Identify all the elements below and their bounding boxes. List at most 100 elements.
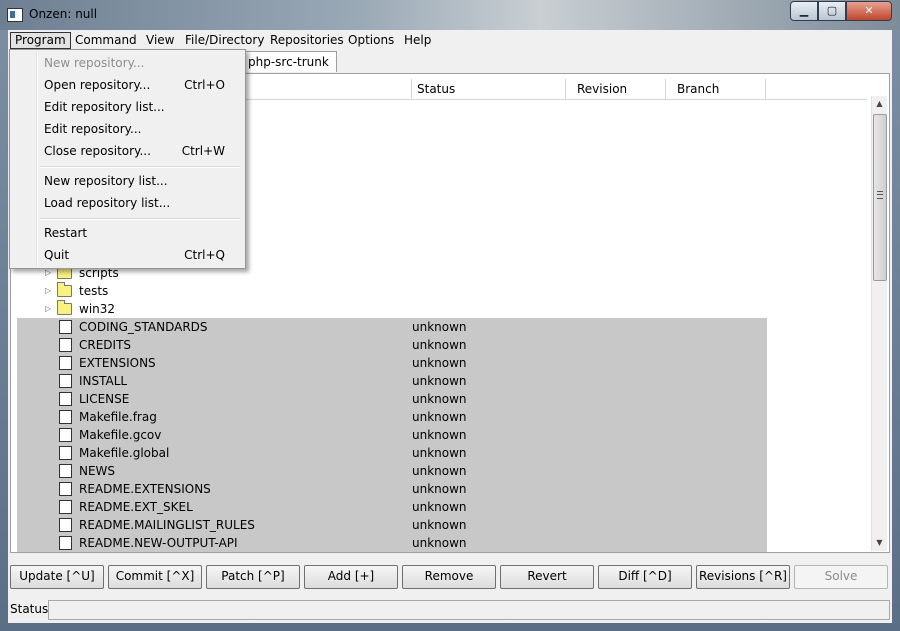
tree-row-file[interactable]: README.MAILINGLIST_RULES unknown [17,516,767,534]
file-icon [59,446,72,460]
status-field [48,600,890,620]
menu-item-label: Edit repository... [44,122,142,136]
row-status: unknown [412,356,467,370]
folder-icon [57,300,72,315]
menu-item-quit[interactable]: Quit Ctrl+Q [11,245,243,265]
tree-row-file[interactable]: CREDITS unknown [17,336,767,354]
menu-help[interactable]: Help [400,32,435,49]
row-name: CREDITS [79,338,132,352]
status-label: Status: [10,602,53,616]
diff-button[interactable]: Diff [^D] [598,565,692,589]
action-buttons: Update [^U] Commit [^X] Patch [^P] Add [… [10,565,890,589]
tree-row-file[interactable]: README.NEW-OUTPUT-API unknown [17,534,767,552]
row-status: unknown [412,500,467,514]
row-name: README.NEW-OUTPUT-API [79,536,238,550]
revert-button[interactable]: Revert [500,565,594,589]
scroll-up-arrow-icon[interactable]: ▲ [872,96,887,112]
tree-row-file[interactable]: EXTENSIONS unknown [17,354,767,372]
menu-options[interactable]: Options [344,32,398,49]
menu-program[interactable]: Program [10,32,71,49]
menu-bar: Program Command View File/Directory Repo… [8,30,892,50]
patch-button[interactable]: Patch [^P] [206,565,300,589]
tree-row-file[interactable]: NEWS unknown [17,462,767,480]
file-icon [59,374,72,388]
row-name: README.EXT_SKEL [79,500,193,514]
scroll-thumb[interactable] [873,114,887,281]
menu-item-new-repository[interactable]: New repository... [11,53,243,73]
row-status: unknown [412,428,467,442]
row-status: unknown [412,446,467,460]
tree-row-file[interactable]: LICENSE unknown [17,390,767,408]
menu-item-shortcut: Ctrl+Q [184,248,225,262]
row-name: CODING_STANDARDS [79,320,208,334]
menu-command[interactable]: Command [71,32,141,49]
close-button[interactable]: ✕ [846,1,892,21]
row-name: NEWS [79,464,116,478]
grip-icon [877,191,883,199]
vertical-scrollbar[interactable]: ▲ ▼ [871,96,887,551]
row-status: unknown [412,464,467,478]
menu-item-new-repository-list[interactable]: New repository list... [11,171,243,191]
commit-button[interactable]: Commit [^X] [108,565,202,589]
tree-row-folder[interactable]: ▷ win32 [17,300,767,318]
tree-row-folder[interactable]: ▷ tests [17,282,767,300]
menu-view[interactable]: View [142,32,178,49]
row-name: README.MAILINGLIST_RULES [79,518,255,532]
window-controls: ▁ ▢ ✕ [790,1,892,21]
tree-row-file[interactable]: INSTALL unknown [17,372,767,390]
row-status: unknown [412,536,467,550]
tree-row-file[interactable]: Makefile.frag unknown [17,408,767,426]
menu-item-edit-repository[interactable]: Edit repository... [11,119,243,139]
file-icon [59,464,72,478]
row-name: Makefile.global [79,446,170,460]
row-status: unknown [412,392,467,406]
menu-item-close-repository[interactable]: Close repository... Ctrl+W [11,141,243,161]
row-name: tests [79,284,109,298]
program-menu-dropdown: New repository... Open repository... Ctr… [9,49,246,269]
scroll-down-arrow-icon[interactable]: ▼ [872,535,887,551]
menu-repositories[interactable]: Repositories [266,32,348,49]
menu-item-load-repository-list[interactable]: Load repository list... [11,193,243,213]
menu-item-edit-repository-list[interactable]: Edit repository list... [11,97,243,117]
add-button[interactable]: Add [+] [304,565,398,589]
row-name: README.EXTENSIONS [79,482,211,496]
menu-item-open-repository[interactable]: Open repository... Ctrl+O [11,75,243,95]
column-branch-header[interactable]: Branch [671,79,766,99]
tree-row-file[interactable]: README.EXTENSIONS unknown [17,480,767,498]
update-button[interactable]: Update [^U] [10,565,104,589]
menu-item-shortcut: Ctrl+O [184,78,225,92]
menu-item-label: Edit repository list... [44,100,165,114]
solve-button[interactable]: Solve [794,565,888,589]
file-icon [59,536,72,550]
menu-separator [40,218,240,220]
file-icon [59,500,72,514]
file-icon [59,392,72,406]
maximize-button[interactable]: ▢ [818,1,846,21]
row-status: unknown [412,320,467,334]
row-name: win32 [79,302,116,316]
remove-button[interactable]: Remove [402,565,496,589]
menu-item-label: Open repository... [44,78,151,92]
menu-file-directory[interactable]: File/Directory [181,32,268,49]
menu-item-label: Restart [44,226,88,240]
menu-separator [40,166,240,168]
tree-row-file[interactable]: Makefile.gcov unknown [17,426,767,444]
expand-arrow-icon[interactable]: ▷ [45,282,51,300]
column-revision-header[interactable]: Revision [571,79,666,99]
menu-item-label: New repository... [44,56,145,70]
tab-php-src-trunk[interactable]: php-src-trunk [240,51,337,72]
column-status-header[interactable]: Status [411,79,566,99]
minimize-button[interactable]: ▁ [790,1,818,21]
file-icon [59,338,72,352]
tree-row-file[interactable]: CODING_STANDARDS unknown [17,318,767,336]
expand-arrow-icon[interactable]: ▷ [45,300,51,318]
row-status: unknown [412,482,467,496]
app-icon[interactable] [7,8,23,22]
title-bar[interactable]: Onzen: null ▁ ▢ ✕ [0,0,900,30]
revisions-button[interactable]: Revisions [^R] [696,565,790,589]
file-icon [59,410,72,424]
tree-row-file[interactable]: Makefile.global unknown [17,444,767,462]
menu-item-restart[interactable]: Restart [11,223,243,243]
tree-row-file[interactable]: README.EXT_SKEL unknown [17,498,767,516]
menu-item-label: Quit [44,248,70,262]
